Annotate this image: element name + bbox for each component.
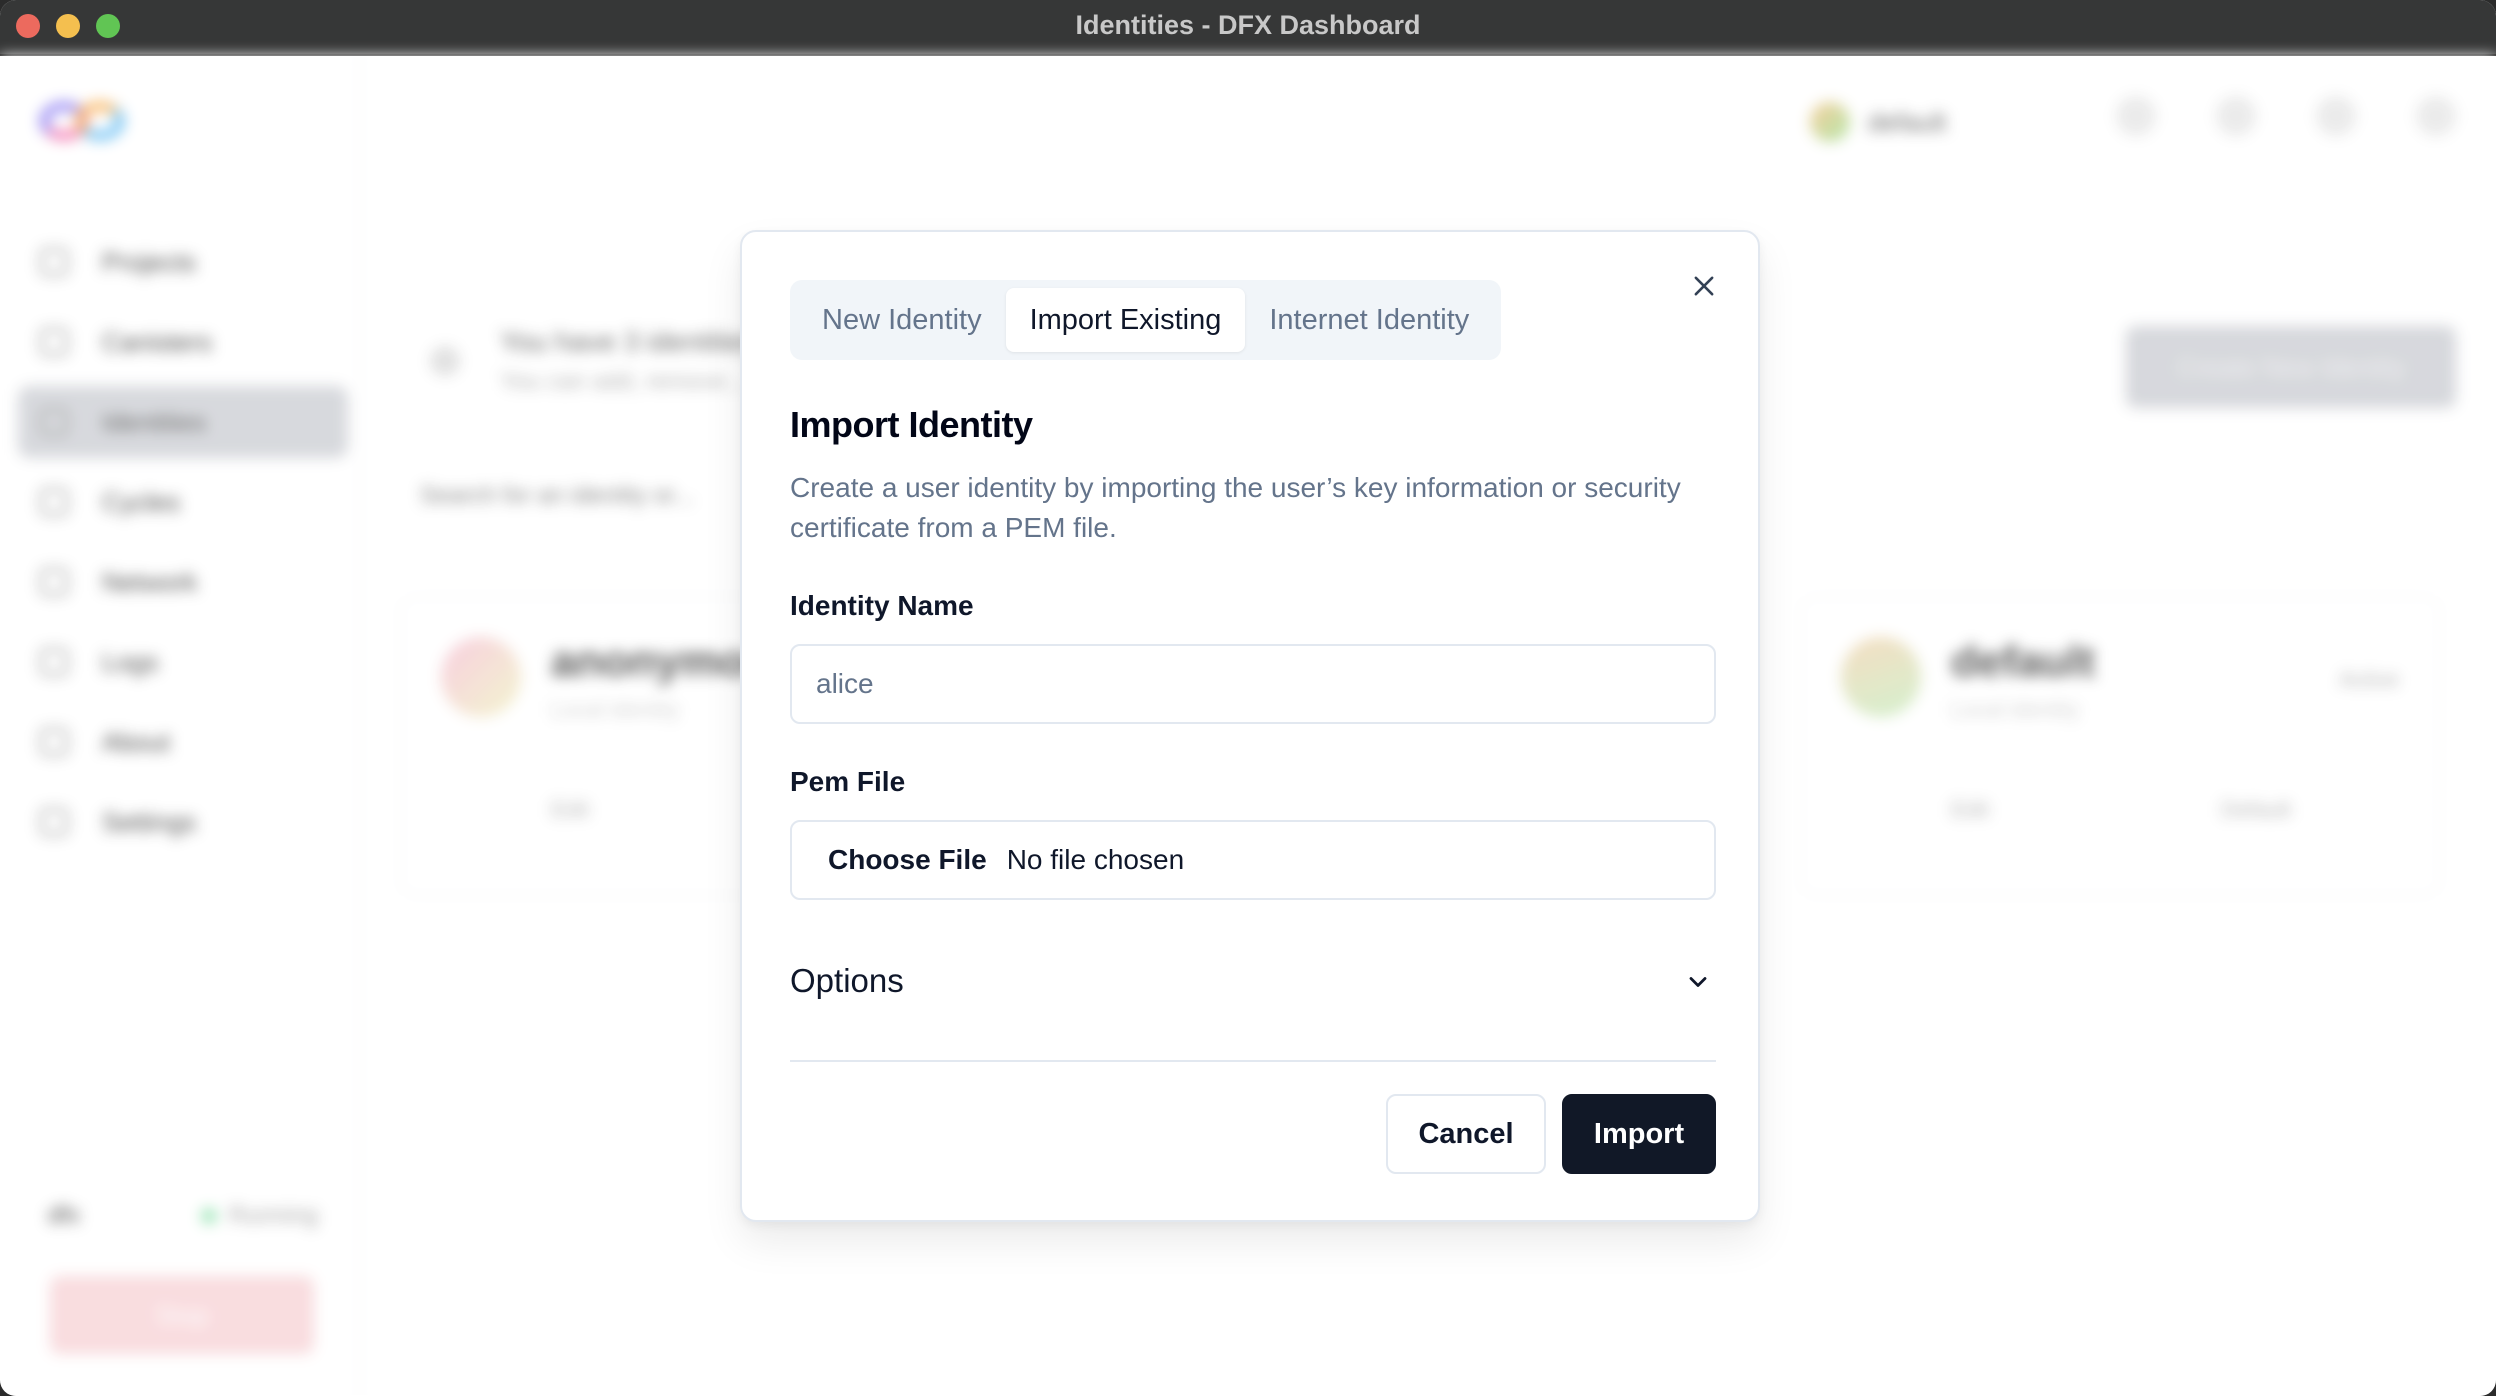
choose-file-button[interactable]: Choose File <box>828 844 987 876</box>
file-status: No file chosen <box>1006 844 1185 875</box>
pem-file-input[interactable]: Choose File No file chosen <box>790 820 1716 900</box>
dialog-title: Import Identity <box>790 404 1033 445</box>
title-bar: Identities - DFX Dashboard <box>0 0 2496 56</box>
pem-file-label: Pem File <box>790 766 906 797</box>
close-dialog-button[interactable] <box>1684 266 1724 306</box>
close-icon <box>1694 276 1714 296</box>
options-accordion[interactable]: Options <box>790 962 1716 1062</box>
identity-name-input[interactable] <box>790 644 1716 724</box>
dialog-description: Create a user identity by importing the … <box>790 472 1681 543</box>
tab-new-identity[interactable]: New Identity <box>798 288 1006 352</box>
cancel-button[interactable]: Cancel <box>1386 1094 1546 1174</box>
tab-import-existing[interactable]: Import Existing <box>1005 288 1246 352</box>
tab-internet-identity[interactable]: Internet Identity <box>1245 288 1493 352</box>
import-button[interactable]: Import <box>1562 1094 1716 1174</box>
chevron-down-icon <box>1689 977 1707 987</box>
identity-name-label: Identity Name <box>790 590 974 621</box>
options-label: Options <box>790 962 904 999</box>
import-identity-dialog: New Identity Import Existing Internet Id… <box>740 230 1760 1222</box>
app-window: Identities - DFX Dashboard Projects Cani… <box>0 0 2496 1396</box>
window-title: Identities - DFX Dashboard <box>1075 10 1421 40</box>
identity-tabs: New Identity Import Existing Internet Id… <box>790 280 1502 360</box>
